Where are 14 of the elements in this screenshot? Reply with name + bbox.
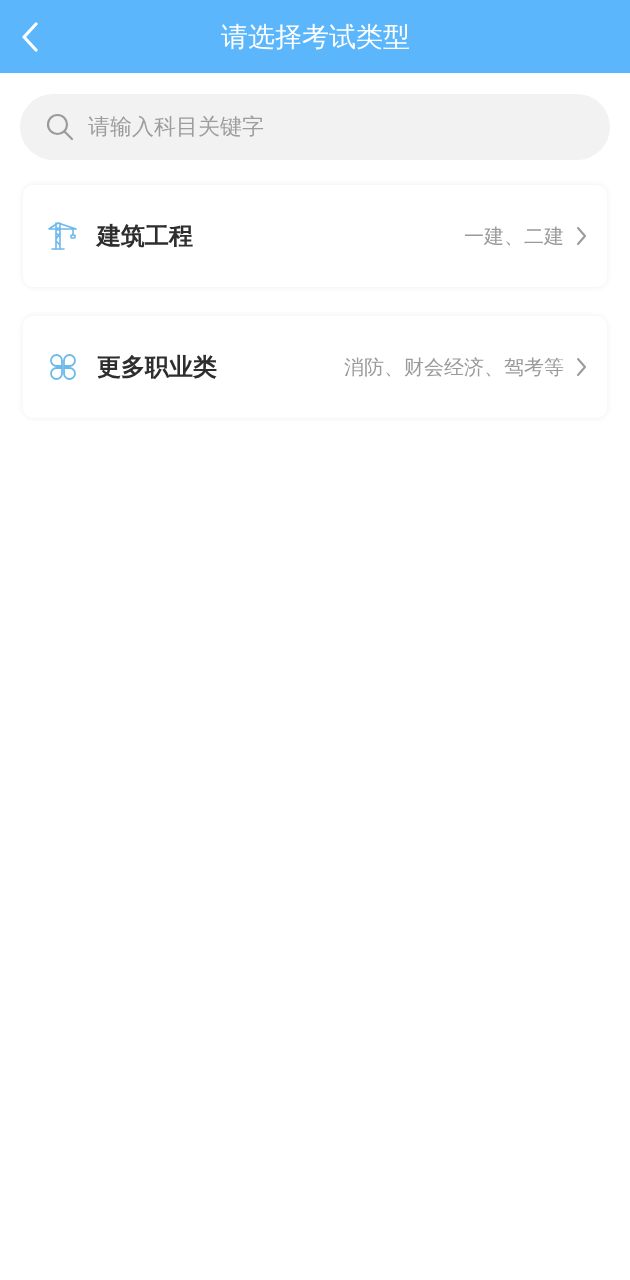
page-title: 请选择考试类型: [220, 20, 410, 54]
clover-icon: [49, 353, 77, 381]
category-subtitle: 一建、二建: [464, 224, 564, 249]
category-title: 建筑工程: [97, 221, 193, 251]
category-title: 更多职业类: [97, 352, 217, 382]
search-field[interactable]: 请输入科目关键字: [20, 94, 610, 160]
category-card[interactable]: 建筑工程 一建、二建: [23, 185, 607, 287]
category-card[interactable]: 更多职业类 消防、财会经济、驾考等: [23, 316, 607, 418]
back-chevron-icon: [21, 22, 39, 52]
chevron-right-icon: [576, 357, 587, 377]
crane-icon: [47, 220, 79, 252]
chevron-right-icon: [576, 226, 587, 246]
category-subtitle: 消防、财会经济、驾考等: [344, 355, 564, 380]
search-icon: [46, 113, 74, 141]
